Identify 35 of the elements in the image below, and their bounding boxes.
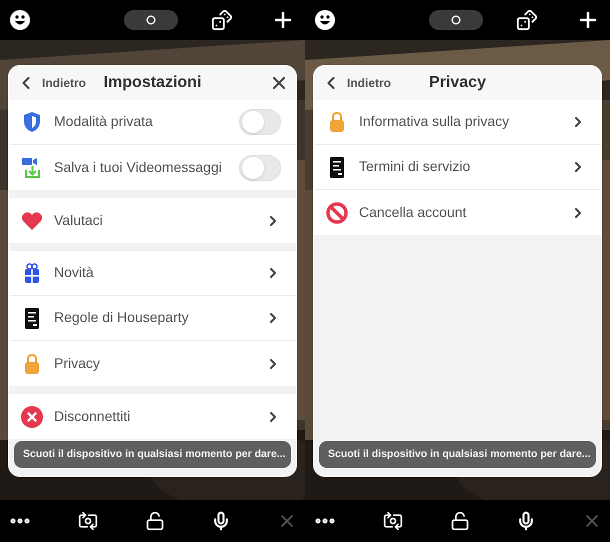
setting-label: Termini di servizio [359, 158, 470, 174]
toast-message: Scuoti il dispositivo in qualsiasi momento per dare... [23, 446, 286, 462]
cross-circle-icon [21, 406, 43, 428]
setting-label: Salva i tuoi Videomessaggi [54, 158, 222, 174]
toggle-switch[interactable] [239, 154, 281, 180]
setting-label: Regole di Houseparty [54, 309, 189, 325]
back-button[interactable]: Indietro [321, 72, 401, 92]
setting-label: Valutaci [54, 212, 103, 228]
dice-icon[interactable] [516, 9, 538, 31]
shield-icon [21, 111, 43, 133]
toggle-switch[interactable] [239, 109, 281, 135]
unlock-icon[interactable] [450, 511, 470, 531]
smiley-face-icon[interactable] [10, 10, 30, 30]
counter-pill[interactable] [124, 10, 178, 30]
toast-message: Scuoti il dispositivo in qualsiasi momento per dare... [328, 446, 591, 462]
back-button[interactable]: Indietro [16, 72, 96, 92]
counter-pill[interactable] [428, 10, 482, 30]
setting-label: Novità [54, 264, 94, 280]
smiley-face-icon[interactable] [315, 10, 335, 30]
panel-title: Privacy [429, 72, 486, 92]
setting-label: Informativa sulla privacy [359, 113, 510, 129]
prohibited-icon [326, 202, 348, 224]
setting-label: Disconnettiti [54, 408, 130, 424]
camera-switch-icon[interactable] [78, 511, 98, 531]
unlock-icon[interactable] [144, 511, 164, 531]
ring-icon [450, 15, 460, 25]
video-message-save-icon [21, 156, 43, 178]
setting-label: Cancella account [359, 204, 466, 220]
dice-icon[interactable] [211, 9, 233, 31]
panel-title: Impostazioni [104, 72, 202, 92]
setting-label: Modalità privata [54, 113, 153, 129]
setting-label: Privacy [54, 354, 100, 370]
heart-icon [21, 210, 43, 232]
camera-switch-icon[interactable] [383, 511, 404, 531]
ring-icon [146, 15, 156, 25]
